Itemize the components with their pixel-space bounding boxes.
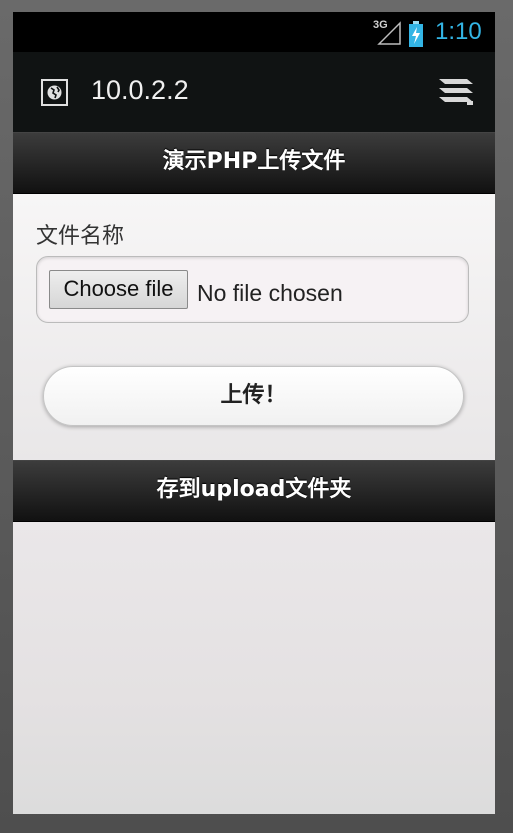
globe-icon[interactable] — [41, 79, 68, 106]
page-header: 演示PHP上传文件 — [13, 132, 495, 194]
web-content: 演示PHP上传文件 文件名称 Choose file No file chose… — [13, 132, 495, 814]
signal-icon: 3G — [373, 19, 403, 45]
upload-button[interactable]: 上传！ — [43, 366, 464, 426]
device-screen: 3G 1:10 10.0.2.2 演示PHP上传文件 文件名称 Choose f… — [13, 12, 495, 814]
file-input-field[interactable]: Choose file No file chosen — [36, 256, 469, 323]
file-name-label: 文件名称 — [36, 224, 125, 249]
empty-page-area — [13, 522, 495, 814]
file-status-text: No file chosen — [197, 280, 343, 306]
browser-action-bar: 10.0.2.2 — [13, 52, 495, 132]
page-footer: 存到upload文件夹 — [13, 460, 495, 522]
status-bar: 3G 1:10 — [13, 12, 495, 52]
battery-icon — [409, 21, 423, 47]
choose-file-button[interactable]: Choose file — [49, 270, 188, 309]
tabs-icon[interactable] — [437, 77, 475, 107]
emulator-frame: 3G 1:10 10.0.2.2 演示PHP上传文件 文件名称 Choose f… — [0, 0, 513, 833]
url-bar[interactable]: 10.0.2.2 — [91, 75, 189, 106]
status-time: 1:10 — [435, 18, 482, 45]
upload-form: 文件名称 Choose file No file chosen 上传！ — [13, 194, 495, 460]
